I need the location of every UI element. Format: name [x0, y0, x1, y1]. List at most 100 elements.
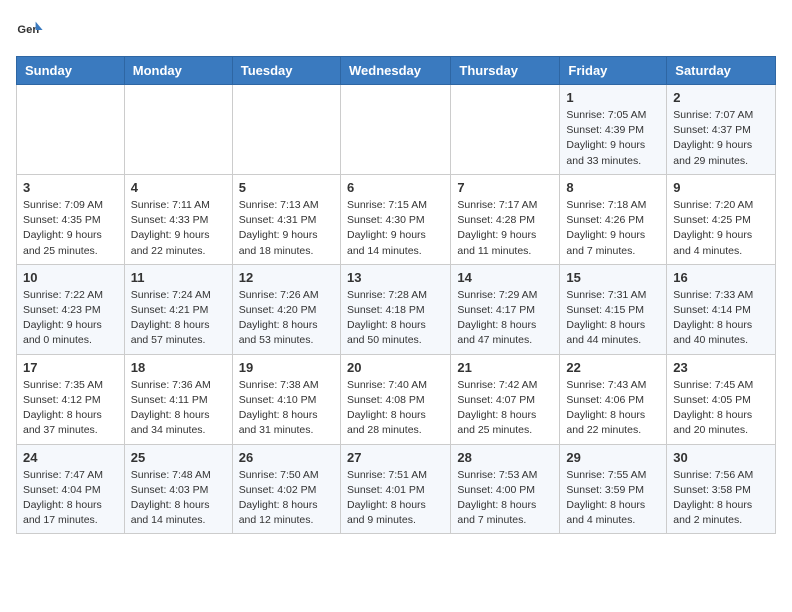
header: Gen: [16, 16, 776, 44]
day-number: 24: [23, 450, 118, 465]
calendar-cell: 15 Sunrise: 7:31 AM Sunset: 4:15 PM Dayli…: [560, 264, 667, 354]
day-info: Sunrise: 7:26 AM Sunset: 4:20 PM Dayligh…: [239, 288, 334, 349]
calendar-cell: 29 Sunrise: 7:55 AM Sunset: 3:59 PM Dayli…: [560, 444, 667, 534]
calendar-cell: [17, 85, 125, 175]
week-row-0: 1 Sunrise: 7:05 AM Sunset: 4:39 PM Daylig…: [17, 85, 776, 175]
day-info: Sunrise: 7:29 AM Sunset: 4:17 PM Dayligh…: [457, 288, 553, 349]
calendar-cell: 2 Sunrise: 7:07 AM Sunset: 4:37 PM Daylig…: [667, 85, 776, 175]
day-info: Sunrise: 7:22 AM Sunset: 4:23 PM Dayligh…: [23, 288, 118, 349]
calendar: SundayMondayTuesdayWednesdayThursdayFrid…: [16, 56, 776, 534]
calendar-cell: 24 Sunrise: 7:47 AM Sunset: 4:04 PM Dayli…: [17, 444, 125, 534]
calendar-cell: 20 Sunrise: 7:40 AM Sunset: 4:08 PM Dayli…: [340, 354, 450, 444]
calendar-cell: 28Sunrise: 7:53 AM Sunset: 4:00 PM Dayli…: [451, 444, 560, 534]
weekday-wednesday: Wednesday: [340, 57, 450, 85]
weekday-tuesday: Tuesday: [232, 57, 340, 85]
day-info: Sunrise: 7:50 AM Sunset: 4:02 PM Dayligh…: [239, 468, 334, 529]
calendar-cell: 27 Sunrise: 7:51 AM Sunset: 4:01 PM Dayli…: [340, 444, 450, 534]
calendar-cell: 14 Sunrise: 7:29 AM Sunset: 4:17 PM Dayli…: [451, 264, 560, 354]
day-info: Sunrise: 7:13 AM Sunset: 4:31 PM Dayligh…: [239, 198, 334, 259]
weekday-thursday: Thursday: [451, 57, 560, 85]
weekday-header: SundayMondayTuesdayWednesdayThursdayFrid…: [17, 57, 776, 85]
calendar-cell: 1 Sunrise: 7:05 AM Sunset: 4:39 PM Daylig…: [560, 85, 667, 175]
week-row-3: 17 Sunrise: 7:35 AM Sunset: 4:12 PM Dayli…: [17, 354, 776, 444]
calendar-cell: 26 Sunrise: 7:50 AM Sunset: 4:02 PM Dayli…: [232, 444, 340, 534]
week-row-2: 10 Sunrise: 7:22 AM Sunset: 4:23 PM Dayli…: [17, 264, 776, 354]
calendar-cell: 3 Sunrise: 7:09 AM Sunset: 4:35 PM Daylig…: [17, 174, 125, 264]
calendar-cell: 12Sunrise: 7:26 AM Sunset: 4:20 PM Dayli…: [232, 264, 340, 354]
day-number: 14: [457, 270, 553, 285]
day-info: Sunrise: 7:56 AM Sunset: 3:58 PM Dayligh…: [673, 468, 769, 529]
calendar-cell: 18 Sunrise: 7:36 AM Sunset: 4:11 PM Dayli…: [124, 354, 232, 444]
calendar-cell: 17 Sunrise: 7:35 AM Sunset: 4:12 PM Dayli…: [17, 354, 125, 444]
day-number: 23: [673, 360, 769, 375]
calendar-cell: [124, 85, 232, 175]
calendar-cell: 13 Sunrise: 7:28 AM Sunset: 4:18 PM Dayli…: [340, 264, 450, 354]
day-number: 27: [347, 450, 444, 465]
day-info: Sunrise: 7:48 AM Sunset: 4:03 PM Dayligh…: [131, 468, 226, 529]
day-number: 25: [131, 450, 226, 465]
day-info: Sunrise: 7:11 AM Sunset: 4:33 PM Dayligh…: [131, 198, 226, 259]
calendar-cell: 7Sunrise: 7:17 AM Sunset: 4:28 PM Daylig…: [451, 174, 560, 264]
day-info: Sunrise: 7:45 AM Sunset: 4:05 PM Dayligh…: [673, 378, 769, 439]
day-info: Sunrise: 7:18 AM Sunset: 4:26 PM Dayligh…: [566, 198, 660, 259]
day-number: 17: [23, 360, 118, 375]
day-info: Sunrise: 7:47 AM Sunset: 4:04 PM Dayligh…: [23, 468, 118, 529]
day-info: Sunrise: 7:40 AM Sunset: 4:08 PM Dayligh…: [347, 378, 444, 439]
logo: Gen: [16, 16, 48, 44]
week-row-4: 24 Sunrise: 7:47 AM Sunset: 4:04 PM Dayli…: [17, 444, 776, 534]
day-info: Sunrise: 7:51 AM Sunset: 4:01 PM Dayligh…: [347, 468, 444, 529]
calendar-cell: 19 Sunrise: 7:38 AM Sunset: 4:10 PM Dayli…: [232, 354, 340, 444]
calendar-cell: 10 Sunrise: 7:22 AM Sunset: 4:23 PM Dayli…: [17, 264, 125, 354]
day-number: 5: [239, 180, 334, 195]
day-number: 13: [347, 270, 444, 285]
day-number: 19: [239, 360, 334, 375]
calendar-cell: [451, 85, 560, 175]
calendar-cell: 8Sunrise: 7:18 AM Sunset: 4:26 PM Daylig…: [560, 174, 667, 264]
day-number: 22: [566, 360, 660, 375]
day-number: 16: [673, 270, 769, 285]
weekday-sunday: Sunday: [17, 57, 125, 85]
day-number: 26: [239, 450, 334, 465]
day-info: Sunrise: 7:24 AM Sunset: 4:21 PM Dayligh…: [131, 288, 226, 349]
calendar-cell: 9 Sunrise: 7:20 AM Sunset: 4:25 PM Daylig…: [667, 174, 776, 264]
calendar-cell: [340, 85, 450, 175]
weekday-saturday: Saturday: [667, 57, 776, 85]
day-info: Sunrise: 7:33 AM Sunset: 4:14 PM Dayligh…: [673, 288, 769, 349]
logo-icon: Gen: [16, 16, 44, 44]
day-info: Sunrise: 7:15 AM Sunset: 4:30 PM Dayligh…: [347, 198, 444, 259]
calendar-cell: 30Sunrise: 7:56 AM Sunset: 3:58 PM Dayli…: [667, 444, 776, 534]
day-number: 2: [673, 90, 769, 105]
day-info: Sunrise: 7:28 AM Sunset: 4:18 PM Dayligh…: [347, 288, 444, 349]
week-row-1: 3 Sunrise: 7:09 AM Sunset: 4:35 PM Daylig…: [17, 174, 776, 264]
day-number: 15: [566, 270, 660, 285]
day-info: Sunrise: 7:20 AM Sunset: 4:25 PM Dayligh…: [673, 198, 769, 259]
day-info: Sunrise: 7:42 AM Sunset: 4:07 PM Dayligh…: [457, 378, 553, 439]
day-number: 10: [23, 270, 118, 285]
day-info: Sunrise: 7:31 AM Sunset: 4:15 PM Dayligh…: [566, 288, 660, 349]
calendar-cell: 5 Sunrise: 7:13 AM Sunset: 4:31 PM Daylig…: [232, 174, 340, 264]
day-number: 29: [566, 450, 660, 465]
day-number: 20: [347, 360, 444, 375]
day-info: Sunrise: 7:09 AM Sunset: 4:35 PM Dayligh…: [23, 198, 118, 259]
day-number: 18: [131, 360, 226, 375]
calendar-cell: 11Sunrise: 7:24 AM Sunset: 4:21 PM Dayli…: [124, 264, 232, 354]
calendar-cell: 16 Sunrise: 7:33 AM Sunset: 4:14 PM Dayli…: [667, 264, 776, 354]
day-info: Sunrise: 7:35 AM Sunset: 4:12 PM Dayligh…: [23, 378, 118, 439]
weekday-monday: Monday: [124, 57, 232, 85]
day-number: 9: [673, 180, 769, 195]
day-number: 4: [131, 180, 226, 195]
day-info: Sunrise: 7:43 AM Sunset: 4:06 PM Dayligh…: [566, 378, 660, 439]
calendar-cell: 21 Sunrise: 7:42 AM Sunset: 4:07 PM Dayli…: [451, 354, 560, 444]
day-number: 7: [457, 180, 553, 195]
day-number: 3: [23, 180, 118, 195]
day-info: Sunrise: 7:53 AM Sunset: 4:00 PM Dayligh…: [457, 468, 553, 529]
day-number: 1: [566, 90, 660, 105]
day-number: 21: [457, 360, 553, 375]
day-info: Sunrise: 7:55 AM Sunset: 3:59 PM Dayligh…: [566, 468, 660, 529]
weekday-friday: Friday: [560, 57, 667, 85]
day-info: Sunrise: 7:05 AM Sunset: 4:39 PM Dayligh…: [566, 108, 660, 169]
day-info: Sunrise: 7:38 AM Sunset: 4:10 PM Dayligh…: [239, 378, 334, 439]
day-info: Sunrise: 7:36 AM Sunset: 4:11 PM Dayligh…: [131, 378, 226, 439]
calendar-cell: 22 Sunrise: 7:43 AM Sunset: 4:06 PM Dayli…: [560, 354, 667, 444]
day-info: Sunrise: 7:07 AM Sunset: 4:37 PM Dayligh…: [673, 108, 769, 169]
